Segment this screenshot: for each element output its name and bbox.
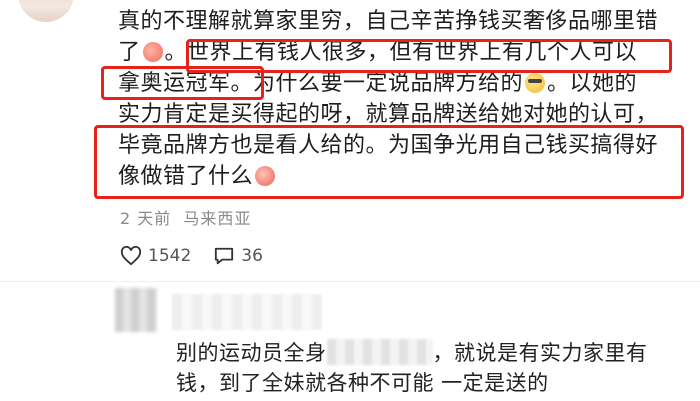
comment-line-1: 真的不理解就算家里穷，自己辛苦挣钱买奢侈品哪里错 <box>118 9 659 34</box>
comment-line-4: 实力肯定是买得起的呀，就算品牌送给她对她的认可， <box>118 102 659 127</box>
like-button[interactable]: 1542 <box>120 246 191 266</box>
commenter-avatar[interactable] <box>18 0 74 22</box>
heart-icon <box>120 246 142 266</box>
comment-line-6: 像做错了什么 <box>118 161 688 192</box>
reply-body: 别的运动员全身 ，就说是有实力家里有 钱，到了全妹就各种不可能 一定是送的 <box>176 338 696 398</box>
crying-face-icon <box>255 166 276 186</box>
comment-line-2: 了。世界上有钱人很多，但有世界上有几个人可以 <box>118 40 638 65</box>
comment-count: 36 <box>241 246 263 266</box>
comment-location: 马来西亚 <box>183 209 252 228</box>
comment-bubble-icon <box>215 247 234 265</box>
comment-meta: 2 天前 马来西亚 <box>120 205 251 229</box>
comment-line-3: 拿奥运冠军。为什么要一定说品牌方给的 。以她的 <box>118 71 638 96</box>
comment-actions: 1542 36 <box>120 246 285 266</box>
peach-face-icon <box>142 42 163 62</box>
reply-line-2: 钱，到了全妹就各种不可能 一定是送的 <box>176 371 549 395</box>
reply-username-redacted <box>172 294 322 330</box>
reply-line-1: 别的运动员全身 ，就说是有实力家里有 <box>176 339 648 365</box>
divider <box>0 281 700 282</box>
like-count: 1542 <box>148 246 192 266</box>
redacted-text <box>326 339 433 365</box>
reply-avatar[interactable] <box>115 288 157 332</box>
cool-sunglasses-icon <box>525 73 546 93</box>
comment-line-5: 毕竟品牌方也是看人给的。为国争光用自己钱买搞得好 <box>118 133 659 158</box>
comment-time: 2 天前 <box>120 209 172 228</box>
comment-body: 真的不理解就算家里穷，自己辛苦挣钱买奢侈品哪里错 了。世界上有钱人很多，但有世界… <box>118 6 688 192</box>
reply-button[interactable]: 36 <box>213 246 263 266</box>
